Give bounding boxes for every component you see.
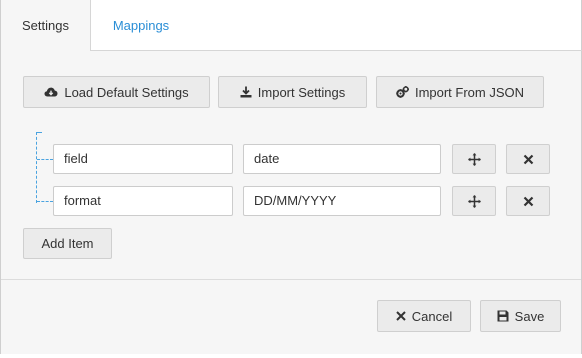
add-item-button[interactable]: Add Item [23,228,112,259]
download-icon [240,86,252,98]
close-icon [396,311,406,321]
tab-settings[interactable]: Settings [1,0,91,51]
load-default-settings-label: Load Default Settings [64,84,189,100]
tree-connector [36,132,37,203]
remove-row-button[interactable] [506,144,550,174]
import-settings-button[interactable]: Import Settings [218,76,367,108]
import-settings-label: Import Settings [257,84,346,100]
tab-bar: Settings Mappings [1,0,582,51]
remove-row-button[interactable] [506,186,550,216]
tree-branch-2 [37,201,53,202]
cogs-icon [396,86,409,98]
import-from-json-label: Import From JSON [414,84,525,100]
row-value-input[interactable]: DD/MM/YYYY [243,186,441,216]
move-row-button[interactable] [452,144,496,174]
save-button[interactable]: Save [480,300,561,332]
floppy-disk-icon [497,310,509,322]
add-item-label: Add Item [41,236,94,251]
cancel-label: Cancel [411,308,453,324]
row-key-input[interactable]: format [53,186,233,216]
row-key-input[interactable]: field [53,144,233,174]
move-icon [467,194,481,208]
cancel-button[interactable]: Cancel [377,300,471,332]
close-icon [523,154,533,164]
cloud-download-icon [44,87,58,97]
close-icon [523,196,533,206]
tree-root-tick [36,132,42,133]
row-value-input[interactable]: date [243,144,441,174]
import-from-json-button[interactable]: Import From JSON [376,76,544,108]
move-row-button[interactable] [452,186,496,216]
tree-branch-1 [37,159,53,160]
move-icon [467,152,481,166]
tab-mappings[interactable]: Mappings [91,0,191,51]
settings-dialog: Settings Mappings Load Default Settings … [0,0,582,354]
save-label: Save [514,308,545,324]
load-default-settings-button[interactable]: Load Default Settings [23,76,210,108]
